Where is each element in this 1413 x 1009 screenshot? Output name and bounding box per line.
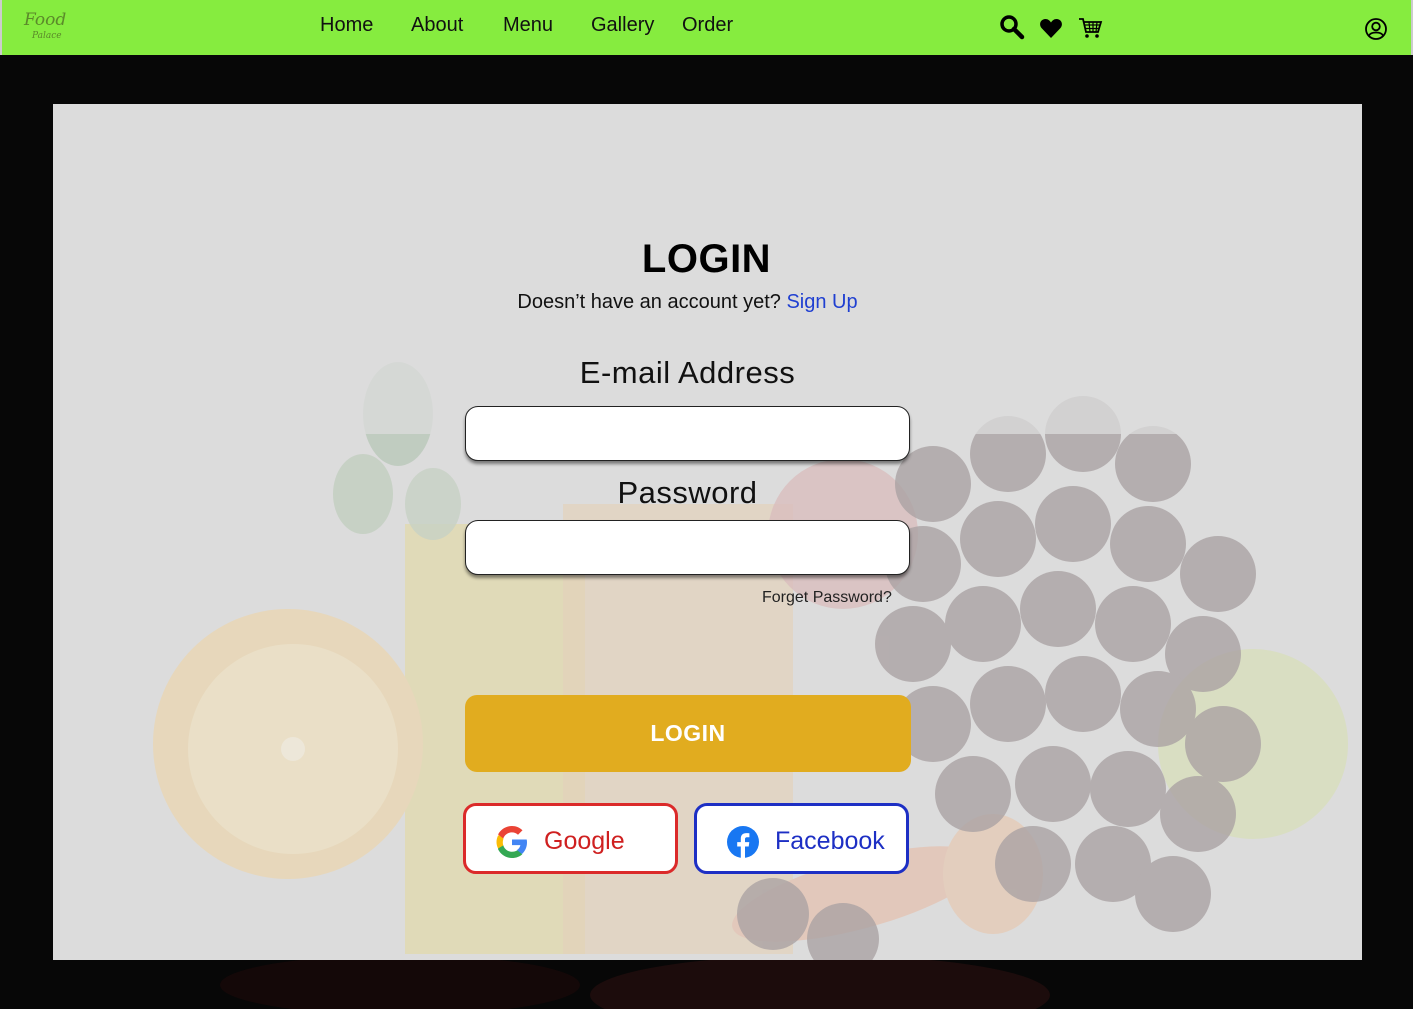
search-icon[interactable] — [999, 14, 1025, 40]
heart-icon[interactable] — [1039, 16, 1065, 42]
facebook-label: Facebook — [775, 827, 885, 855]
email-field[interactable] — [465, 406, 910, 461]
nav-gallery[interactable]: Gallery — [591, 14, 654, 37]
navbar: Food Palace Home About Menu Gallery Orde… — [0, 0, 1413, 55]
facebook-icon — [727, 826, 759, 858]
google-login-button[interactable]: Google — [463, 803, 678, 874]
nav-order[interactable]: Order — [682, 14, 733, 37]
nav-home[interactable]: Home — [320, 14, 373, 37]
password-label: Password — [617, 475, 758, 510]
forgot-password-link[interactable]: Forget Password? — [762, 589, 892, 607]
signup-prompt: Doesn’t have an account yet? Sign Up — [0, 291, 1375, 314]
user-circle-icon[interactable] — [1364, 17, 1390, 43]
signup-prompt-text: Doesn’t have an account yet? — [517, 291, 781, 313]
google-icon — [496, 826, 527, 858]
login-button[interactable]: LOGIN — [465, 695, 911, 772]
logo[interactable]: Food Palace — [24, 10, 74, 46]
nav-menu[interactable]: Menu — [503, 14, 553, 37]
email-label: E-mail Address — [579, 355, 796, 390]
logo-text-palace: Palace — [32, 31, 62, 41]
google-label: Google — [544, 827, 625, 855]
logo-text-food: Food — [24, 10, 67, 30]
signup-link[interactable]: Sign Up — [786, 291, 857, 313]
password-field[interactable] — [465, 520, 910, 575]
cart-icon[interactable] — [1077, 15, 1103, 41]
login-title: LOGIN — [641, 237, 772, 281]
facebook-login-button[interactable]: Facebook — [694, 803, 909, 874]
nav-about[interactable]: About — [411, 14, 463, 37]
